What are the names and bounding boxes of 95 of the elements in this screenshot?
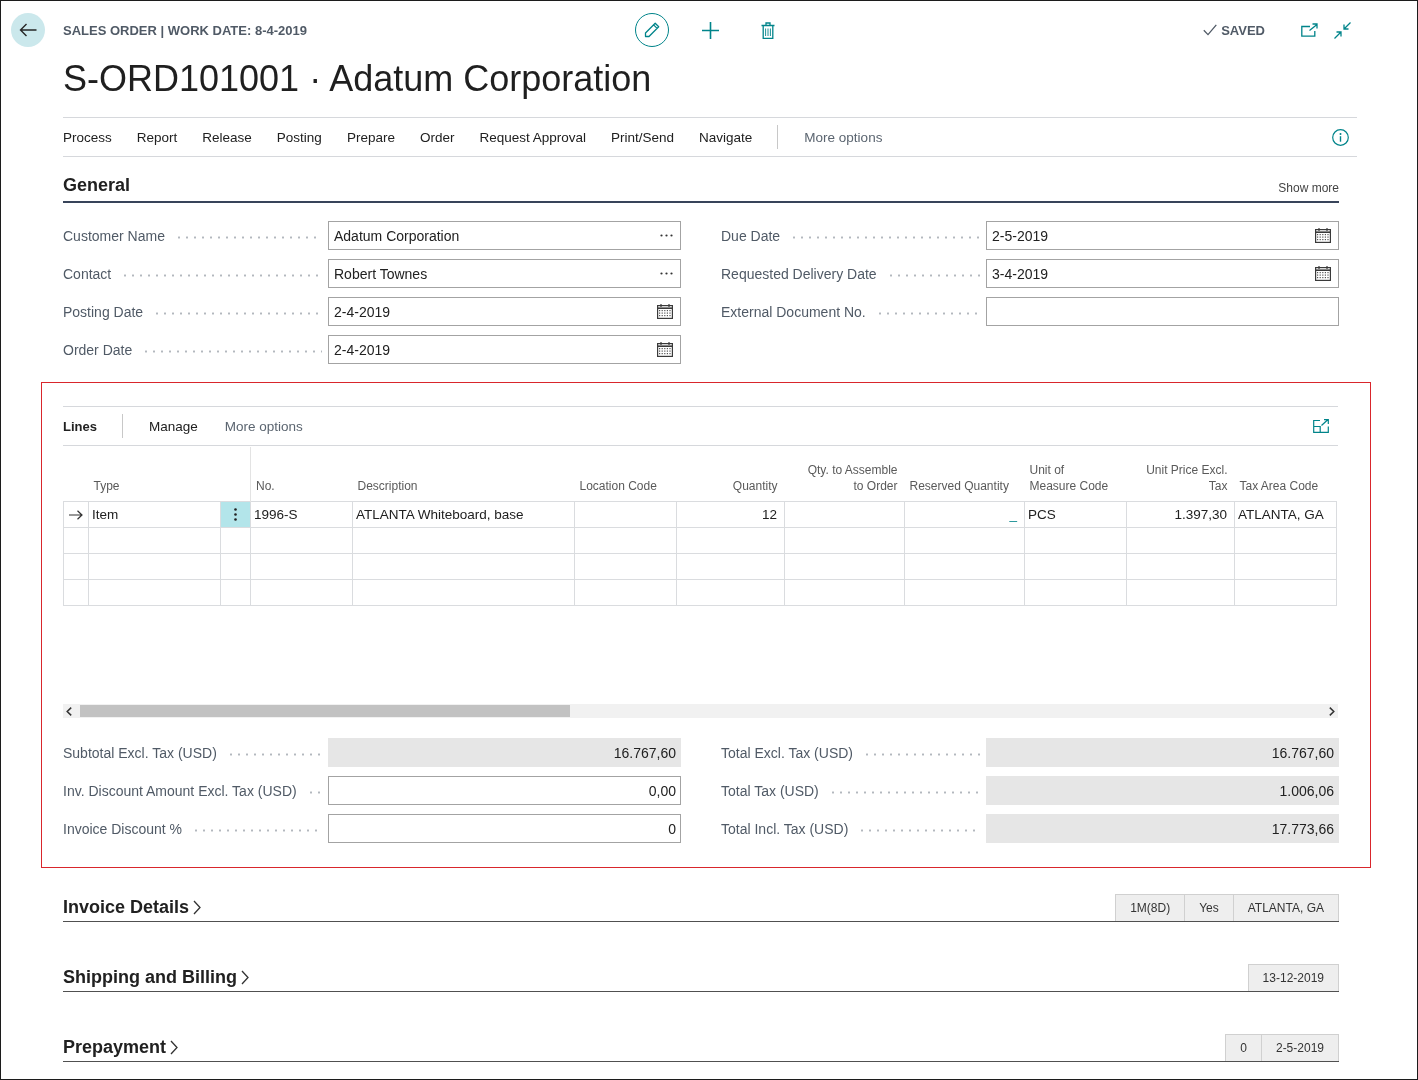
trash-icon[interactable] [761, 21, 775, 39]
date-field[interactable]: 2-5-2019 [986, 221, 1339, 250]
arrow-left-icon [19, 23, 37, 37]
section-header-button[interactable]: Invoice Details [63, 897, 202, 921]
saved-status: SAVED [1221, 22, 1265, 38]
action-button[interactable]: Prepare [346, 129, 395, 145]
ellipsis-icon[interactable] [660, 272, 673, 275]
more-vertical-icon [234, 508, 237, 521]
pencil-icon [644, 22, 660, 38]
chevron-right-icon [193, 900, 202, 915]
action-button[interactable]: Posting [276, 129, 322, 145]
column-header: Description [352, 447, 575, 502]
field-label: Total Incl. Tax (USD) [721, 820, 849, 837]
summary-field: 13-12-2019 [1247, 964, 1339, 991]
table-cell: 12 [676, 501, 785, 528]
action-button[interactable]: Navigate [699, 129, 753, 145]
drilldown-link[interactable]: _ [1009, 507, 1017, 522]
calendar-icon[interactable] [1315, 266, 1331, 281]
table-cell: ATLANTA Whiteboard, base [352, 501, 575, 528]
column-header: Qty. to Assemble to Order [784, 447, 905, 502]
info-icon[interactable] [1332, 128, 1349, 146]
page-title: S-ORD101001 · Adatum Corporation [62, 59, 653, 101]
input-field[interactable]: 0 [328, 814, 681, 843]
page-caption: SALES ORDER | WORK DATE: 8-4-2019 [63, 22, 308, 38]
field-label: Order Date [63, 341, 133, 358]
date-field[interactable]: 2-4-2019 [328, 297, 681, 326]
open-in-new-window-icon[interactable] [1301, 23, 1318, 37]
summary-field: 2-5-2019 [1260, 1034, 1339, 1061]
summary-field: 0 [1225, 1034, 1262, 1061]
table-cell: Item [88, 501, 221, 528]
field-label: Customer Name [63, 227, 165, 244]
expand-icon[interactable] [1313, 419, 1329, 433]
action-button[interactable]: Release [202, 129, 252, 145]
table-cell: 1.397,30 [1126, 501, 1235, 528]
input-field[interactable] [986, 297, 1339, 326]
chevron-right-icon [170, 1040, 179, 1055]
ellipsis-icon[interactable] [660, 234, 673, 237]
column-header: Unit Price Excl. Tax [1126, 447, 1235, 502]
column-header: No. [250, 447, 353, 502]
section-header-button[interactable]: Prepayment [63, 1037, 179, 1061]
action-button[interactable]: Process [63, 129, 112, 145]
collapse-icon[interactable] [1334, 21, 1351, 39]
table-cell: 1996-S [250, 501, 353, 528]
field-label: Total Excl. Tax (USD) [721, 744, 853, 761]
plus-icon[interactable] [702, 21, 719, 39]
field-label: Due Date [721, 227, 781, 244]
part-title: Lines [63, 418, 97, 434]
more-options-button[interactable]: More options [804, 129, 883, 145]
date-field[interactable]: 2-4-2019 [328, 335, 681, 364]
horizontal-scrollbar[interactable] [63, 704, 1338, 718]
field-label: Posting Date [63, 303, 144, 320]
back-button[interactable] [11, 13, 45, 47]
section-title: General [63, 175, 131, 197]
column-header: Tax Area Code [1234, 447, 1337, 502]
action-button[interactable]: Print/Send [611, 129, 675, 145]
table-cell: PCS [1024, 501, 1127, 528]
field-label: Subtotal Excl. Tax (USD) [63, 744, 217, 761]
field-label: Total Tax (USD) [721, 782, 819, 799]
action-button[interactable]: Manage [148, 418, 198, 434]
section-header-button[interactable]: Shipping and Billing [63, 967, 249, 991]
field-label: Invoice Discount % [63, 820, 183, 837]
readonly-field: 16.767,60 [328, 738, 681, 767]
summary-field: ATLANTA, GA [1232, 894, 1339, 921]
calendar-icon[interactable] [657, 304, 673, 319]
table-cell: ATLANTA, GA [1234, 501, 1337, 528]
readonly-field: 17.773,66 [986, 814, 1339, 843]
lookup-field[interactable]: Adatum Corporation [328, 221, 681, 250]
chevron-right-icon [241, 970, 249, 985]
edit-button[interactable] [635, 13, 669, 47]
calendar-icon[interactable] [1315, 228, 1331, 243]
summary-field: Yes [1184, 894, 1234, 921]
field-label: External Document No. [721, 303, 866, 320]
lookup-field[interactable]: Robert Townes [328, 259, 681, 288]
caret-left-icon[interactable] [66, 706, 72, 716]
summary-field: 1M(8D) [1115, 894, 1186, 921]
column-header: Location Code [574, 447, 677, 502]
field-label: Contact [63, 265, 112, 282]
action-button[interactable]: Request Approval [479, 129, 586, 145]
input-field[interactable]: 0,00 [328, 776, 681, 805]
column-header: Reserved Quantity [904, 447, 1025, 502]
check-icon [1203, 24, 1218, 36]
column-header: Quantity [676, 447, 785, 502]
caret-right-icon[interactable] [1329, 706, 1335, 716]
date-field[interactable]: 3-4-2019 [986, 259, 1339, 288]
calendar-icon[interactable] [657, 342, 673, 357]
field-label: Inv. Discount Amount Excl. Tax (USD) [63, 782, 297, 799]
field-label: Requested Delivery Date [721, 265, 877, 282]
readonly-field: 1.006,06 [986, 776, 1339, 805]
column-header: Unit of Measure Code [1024, 447, 1127, 502]
column-header: Type [88, 447, 221, 502]
action-button[interactable]: Order [419, 129, 455, 145]
action-button[interactable]: Report [136, 129, 178, 145]
show-more-link[interactable]: Show more [1278, 181, 1339, 201]
more-options-button[interactable]: More options [224, 418, 303, 434]
readonly-field: 16.767,60 [986, 738, 1339, 767]
